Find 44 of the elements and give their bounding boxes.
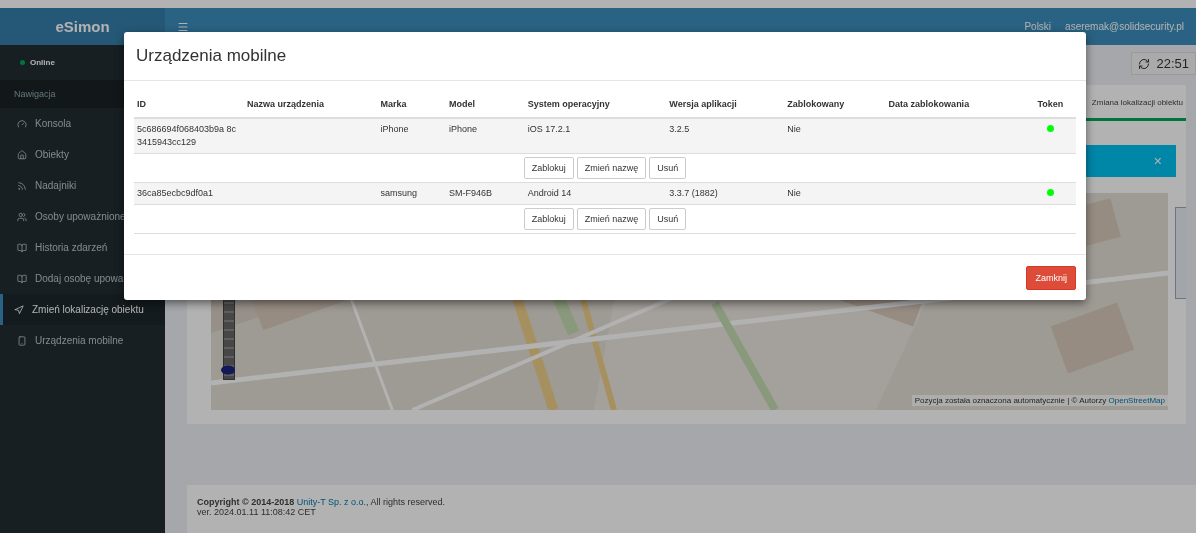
table-cell: 3.3.7 (1882) [666, 182, 785, 205]
status-label: Online [30, 58, 55, 67]
status-dot-icon [20, 60, 25, 65]
action-button[interactable]: Usuń [649, 157, 687, 179]
action-button[interactable]: Zmień nazwę [576, 157, 647, 179]
table-cell: iPhone [445, 118, 525, 154]
gauge-icon [17, 118, 27, 129]
osm-link[interactable]: OpenStreetMap [1108, 396, 1165, 405]
table-cell: iPhone [377, 118, 446, 154]
phone-icon [17, 335, 27, 346]
version-text: ver. 2024.01.11 11:08:42 CET [197, 507, 317, 517]
action-button[interactable]: Zablokuj [523, 208, 574, 230]
brand-logo[interactable]: eSimon [0, 8, 165, 45]
table-cell: 3.2.5 [666, 118, 785, 154]
table-cell: Nie [784, 182, 886, 205]
user-link[interactable]: aseremak@solidsecurity.pl [1065, 21, 1184, 32]
feed-icon [17, 180, 27, 191]
close-button[interactable]: Zamknij [1026, 266, 1076, 290]
table-cell: Android 14 [524, 182, 667, 205]
table-cell: Nie [784, 118, 886, 154]
users-icon [17, 211, 27, 222]
table-cell: 36ca85ecbc9df0a1 [134, 182, 244, 205]
modal-title: Urządzenia mobilne [136, 46, 288, 66]
tab[interactable]: Zmiana lokalizacji obiektu [1088, 85, 1186, 118]
refresh-icon [1138, 57, 1151, 70]
table-cell: 5c686694f068403b9a 8c3415943cc129 [134, 118, 244, 154]
menu-icon[interactable] [177, 20, 189, 33]
sidebar-item[interactable]: Historia zdarzeń [0, 232, 165, 263]
map-attribution: Pozycja została oznaczona automatycznie | © Autorzy OpenStreetMap [911, 395, 1168, 406]
home-icon [17, 149, 27, 160]
language-link[interactable]: Polski [1024, 21, 1052, 32]
sidebar-item[interactable]: Zmień lokalizację obiektu [0, 294, 165, 325]
sidebar-item[interactable]: Dodaj osobę upowa [0, 263, 165, 294]
action-button[interactable]: Zablokuj [523, 157, 574, 179]
action-button[interactable]: Zmień nazwę [576, 208, 647, 230]
book-icon [17, 242, 27, 253]
book-icon [17, 273, 27, 284]
arrow-icon [14, 304, 24, 315]
action-button[interactable]: Usuń [649, 208, 687, 230]
copyright-text: Copyright © 2014-2018 Unity-T Sp. z o.o., All rights reserved. [197, 497, 447, 507]
sidebar-item[interactable]: Urządzenia mobilne [0, 325, 165, 356]
zoom-slider-thumb[interactable] [221, 365, 235, 375]
clock-button[interactable]: 22:51 [1131, 52, 1196, 75]
table-cell: iOS 17.2.1 [524, 118, 667, 154]
